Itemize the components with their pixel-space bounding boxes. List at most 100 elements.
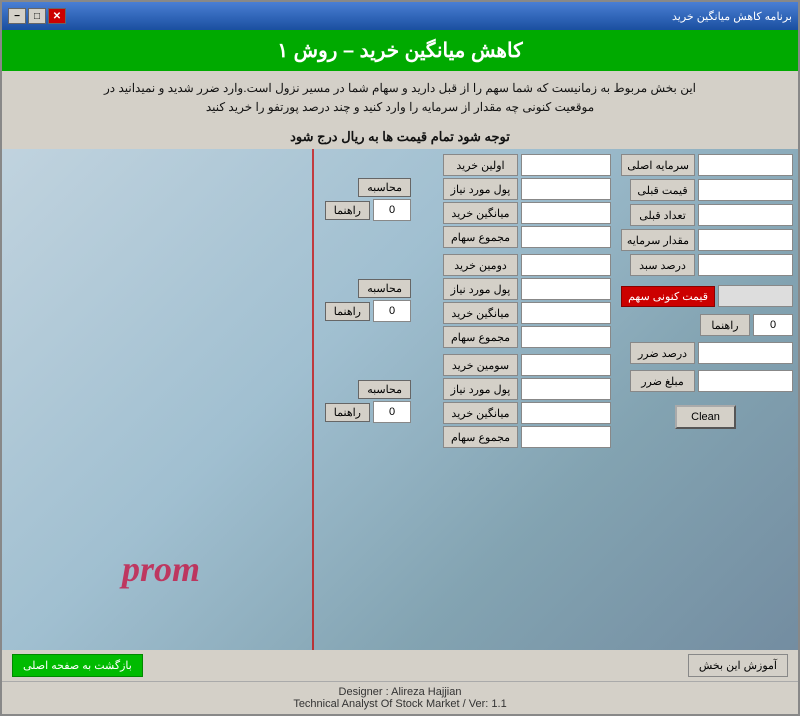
darsd-zarr-field-row: درصد ضرر (618, 342, 793, 364)
buy1-pol-label: پول مورد نیاز (443, 178, 518, 200)
buy2-sum-label: مجموع سهام (443, 326, 518, 348)
buy3-pol-label: پول مورد نیاز (443, 378, 518, 400)
buy-group-3: سومین خرید پول مورد نیاز میانگین خرید مج… (415, 354, 611, 448)
teach-button[interactable]: آموزش این بخش (688, 654, 788, 677)
buy1-price-input[interactable] (521, 154, 611, 176)
description-line1: این بخش مربوط به زمانیست که شما سهم را ا… (14, 79, 786, 98)
buy3-sum-row: مجموع سهام (415, 426, 611, 448)
buy2-sum-input[interactable] (521, 326, 611, 348)
back-button[interactable]: بازگشت به صفحه اصلی (12, 654, 143, 677)
gheymat-ghabli-row: قیمت قبلی (618, 179, 793, 201)
buy1-avg-row: میانگین خرید (415, 202, 611, 224)
description-box: این بخش مربوط به زمانیست که شما سهم را ا… (2, 71, 798, 125)
sarmaye-asli-row: سرمایه اصلی (618, 154, 793, 176)
page-title: کاهش میانگین خرید – روش ۱ (2, 30, 798, 71)
current-price-label: قیمت کنونی سهم (621, 286, 715, 307)
rahma-btn-2[interactable]: راهنما (325, 302, 370, 321)
buy2-pol-input[interactable] (521, 278, 611, 300)
current-price-input[interactable] (718, 285, 793, 307)
buy3-pol-input[interactable] (521, 378, 611, 400)
darsd-sabd-input[interactable] (698, 254, 793, 276)
buy1-sum-label: مجموع سهام (443, 226, 518, 248)
description-line2: موقعیت کنونی چه مقدار از سرمایه را وارد … (14, 98, 786, 117)
title-bar: برنامه کاهش میانگین خرید − □ ✕ (2, 2, 798, 30)
mablagh-zarr-input[interactable] (698, 370, 793, 392)
buy2-avg-label: میانگین خرید (443, 302, 518, 324)
helper-group-1: محاسبه راهنما (250, 154, 411, 245)
clean-btn-wrapper: Clean (618, 401, 793, 429)
mablagh-zarr-label: مبلغ ضرر (630, 370, 695, 392)
maximize-button[interactable]: □ (28, 8, 46, 24)
rahma-row: راهنما (618, 314, 793, 336)
mablagh-zarr-row: مبلغ ضرر (618, 370, 793, 392)
rahma-button[interactable]: راهنما (700, 314, 750, 336)
buy3-price-input[interactable] (521, 354, 611, 376)
right-panel: سرمایه اصلی قیمت قبلی تعداد قبلی مقدار س… (613, 149, 798, 650)
sarmaye-asli-label: سرمایه اصلی (621, 154, 695, 176)
darsd-zarr-label: درصد ضرر (630, 342, 695, 364)
gheymat-ghabli-label: قیمت قبلی (630, 179, 695, 201)
window-controls: − □ ✕ (8, 8, 66, 24)
minimize-button[interactable]: − (8, 8, 26, 24)
buy2-pol-label: پول مورد نیاز (443, 278, 518, 300)
helper-panel: محاسبه راهنما محاسبه ر (248, 149, 413, 650)
buy3-pol-row: پول مورد نیاز (415, 378, 611, 400)
calc-btn-1[interactable]: محاسبه (358, 178, 411, 197)
tedade-ghabli-input[interactable] (698, 204, 793, 226)
helper1-rahma-value[interactable] (373, 199, 411, 221)
footer: Designer : Alireza Hajjian Technical Ana… (2, 681, 798, 714)
footer-line1: Designer : Alireza Hajjian (6, 686, 794, 698)
buy1-sum-row: مجموع سهام (415, 226, 611, 248)
buy1-title-label: اولین خرید (443, 154, 518, 176)
calc-btn-2[interactable]: محاسبه (358, 279, 411, 298)
darsd-zarr-row: درصد ضرر (618, 342, 793, 364)
buy3-avg-row: میانگین خرید (415, 402, 611, 424)
spacer1b (250, 223, 411, 245)
rahma-btn-1[interactable]: راهنما (325, 201, 370, 220)
current-price-section: قیمت کنونی سهم (618, 285, 793, 307)
tedade-ghabli-label: تعداد قبلی (630, 204, 695, 226)
rahma-section: راهنما (618, 314, 793, 336)
spacer1 (250, 154, 411, 176)
calc-btn-3[interactable]: محاسبه (358, 380, 411, 399)
buy1-avg-input[interactable] (521, 202, 611, 224)
darsd-zarr-input[interactable] (698, 342, 793, 364)
buy2-price-input[interactable] (521, 254, 611, 276)
mablagh-zarr-field-row: مبلغ ضرر (618, 370, 793, 392)
helper2-rahma-value[interactable] (373, 300, 411, 322)
footer-line2: Technical Analyst Of Stock Market / Ver:… (6, 698, 794, 710)
helper3-rahma-value[interactable] (373, 401, 411, 423)
buy3-sum-input[interactable] (521, 426, 611, 448)
main-window: برنامه کاهش میانگین خرید − □ ✕ کاهش میان… (0, 0, 800, 716)
helper2-rahma-row: راهنما (250, 300, 411, 322)
tedade-ghabli-row: تعداد قبلی (618, 204, 793, 226)
buy3-title-label: سومین خرید (443, 354, 518, 376)
close-button[interactable]: ✕ (48, 8, 66, 24)
buy-group-2: دومین خرید پول مورد نیاز میانگین خرید مج… (415, 254, 611, 348)
clean-button[interactable]: Clean (675, 405, 736, 429)
spacer3 (250, 356, 411, 378)
buy1-pol-row: پول مورد نیاز (415, 178, 611, 200)
miqdar-sarmaye-label: مقدار سرمایه (621, 229, 695, 251)
gheymat-ghabli-input[interactable] (698, 179, 793, 201)
miqdar-sarmaye-input[interactable] (698, 229, 793, 251)
buy-group-1: اولین خرید پول مورد نیاز میانگین خرید مج… (415, 154, 611, 248)
buy3-sum-label: مجموع سهام (443, 426, 518, 448)
buy1-sum-input[interactable] (521, 226, 611, 248)
helper3-rahma-row: راهنما (250, 401, 411, 423)
helper3-calc-row: محاسبه (250, 380, 411, 399)
buy2-pol-row: پول مورد نیاز (415, 278, 611, 300)
helper-group-2: محاسبه راهنما (250, 255, 411, 346)
helper2-calc-row: محاسبه (250, 279, 411, 298)
buy3-avg-input[interactable] (521, 402, 611, 424)
rahma-value-input[interactable] (753, 314, 793, 336)
helper-group-3: محاسبه راهنما (250, 356, 411, 423)
sarmaye-asli-input[interactable] (698, 154, 793, 176)
buy1-pol-input[interactable] (521, 178, 611, 200)
window-title: برنامه کاهش میانگین خرید (672, 10, 792, 23)
rahma-btn-3[interactable]: راهنما (325, 403, 370, 422)
helper1-rahma-row: راهنما (250, 199, 411, 221)
buy2-avg-input[interactable] (521, 302, 611, 324)
buy2-avg-row: میانگین خرید (415, 302, 611, 324)
buy-groups-panel: اولین خرید پول مورد نیاز میانگین خرید مج… (413, 149, 613, 650)
